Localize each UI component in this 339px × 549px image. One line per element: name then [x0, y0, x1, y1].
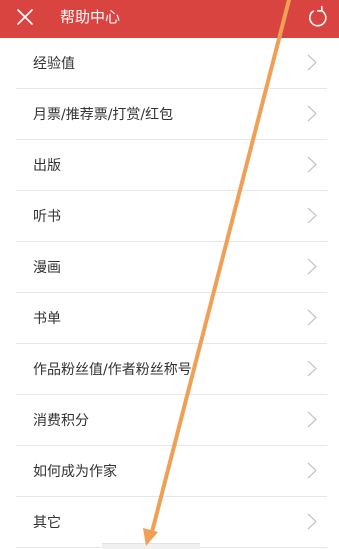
list-item-booklists[interactable]: 书单: [0, 293, 339, 344]
help-center-screen: 帮助中心 经验值 月票/推荐票/打赏/红包 出版 听书 漫画 书单 作品粉丝值/…: [0, 0, 339, 549]
header-bar: 帮助中心: [0, 0, 339, 38]
list-item-spending-points[interactable]: 消费积分: [0, 395, 339, 446]
list-item-label: 其它: [33, 515, 61, 531]
chevron-right-icon: [307, 309, 317, 326]
chevron-right-icon: [307, 54, 317, 71]
list-item-fan-titles[interactable]: 作品粉丝值/作者粉丝称号: [0, 344, 339, 395]
list-item-audiobooks[interactable]: 听书: [0, 191, 339, 242]
chevron-right-icon: [307, 258, 317, 275]
chevron-right-icon: [307, 513, 317, 530]
refresh-icon: [309, 5, 327, 27]
page-title: 帮助中心: [60, 8, 121, 26]
list-item-tickets-rewards[interactable]: 月票/推荐票/打赏/红包: [0, 89, 339, 140]
list-item-label: 经验值: [33, 56, 75, 72]
chevron-right-icon: [307, 360, 317, 377]
close-button[interactable]: [10, 3, 40, 33]
refresh-button[interactable]: [303, 3, 333, 33]
chevron-right-icon: [307, 411, 317, 428]
list-item-label: 月票/推荐票/打赏/红包: [33, 107, 174, 123]
list-item-label: 出版: [33, 158, 61, 174]
bottom-tab-fragment: [102, 543, 200, 549]
list-item-experience[interactable]: 经验值: [0, 38, 339, 89]
chevron-right-icon: [307, 156, 317, 173]
chevron-right-icon: [307, 105, 317, 122]
list-item-label: 如何成为作家: [33, 464, 117, 480]
help-topic-list: 经验值 月票/推荐票/打赏/红包 出版 听书 漫画 书单 作品粉丝值/作者粉丝称…: [0, 38, 339, 548]
list-item-become-author[interactable]: 如何成为作家: [0, 446, 339, 497]
list-item-other[interactable]: 其它: [0, 497, 339, 548]
list-item-label: 作品粉丝值/作者粉丝称号: [33, 362, 192, 378]
list-item-comics[interactable]: 漫画: [0, 242, 339, 293]
list-item-label: 书单: [33, 311, 61, 327]
chevron-right-icon: [307, 207, 317, 224]
list-item-publishing[interactable]: 出版: [0, 140, 339, 191]
list-item-label: 消费积分: [33, 413, 89, 429]
close-icon: [17, 9, 33, 25]
list-item-label: 漫画: [33, 260, 61, 276]
chevron-right-icon: [307, 462, 317, 479]
list-item-label: 听书: [33, 209, 61, 225]
